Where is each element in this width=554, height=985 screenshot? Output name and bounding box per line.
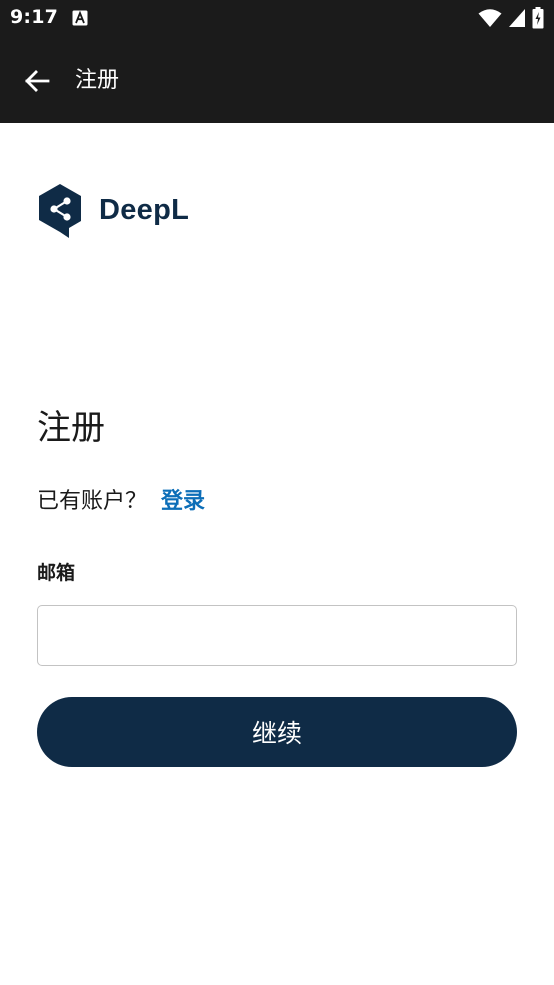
continue-button[interactable]: 继续	[37, 697, 517, 767]
status-icons	[478, 7, 544, 29]
status-time: 9:17	[10, 6, 59, 28]
back-button[interactable]	[14, 58, 60, 104]
a-notification-icon	[72, 10, 88, 26]
arrow-left-icon	[25, 70, 50, 92]
status-bar: 9:17	[0, 0, 554, 38]
app-bar-title: 注册	[75, 68, 120, 93]
email-label: 邮箱	[37, 562, 76, 584]
signin-prompt: 已有账户？	[37, 489, 148, 514]
page-title: 注册	[37, 408, 105, 448]
wifi-icon	[478, 8, 502, 28]
brand-name: DeepL	[99, 193, 190, 226]
deepl-logo-icon	[39, 184, 81, 238]
signup-screen: 9:17 注册 DeepL 注册 已有账户？ 登录 邮箱 继续	[0, 0, 554, 985]
app-bar: 注册	[0, 38, 554, 123]
cellular-signal-icon	[508, 8, 526, 28]
battery-charging-icon	[532, 7, 544, 29]
signin-link[interactable]: 登录	[161, 487, 205, 517]
deepl-logo: DeepL	[37, 183, 189, 239]
signin-row: 已有账户？ 登录	[37, 487, 205, 517]
email-input[interactable]	[37, 605, 517, 666]
